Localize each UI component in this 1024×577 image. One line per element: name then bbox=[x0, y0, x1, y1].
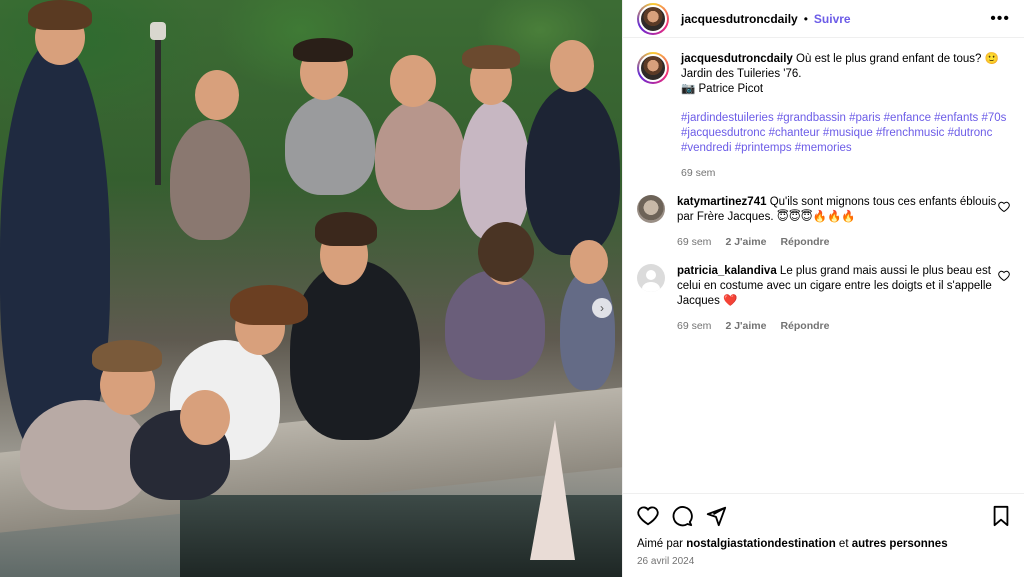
heart-icon[interactable] bbox=[998, 201, 1010, 213]
liked-prefix: Aimé par bbox=[637, 538, 687, 550]
child-figure bbox=[170, 120, 250, 240]
post-actions: Aimé par nostalgiastationdestination et … bbox=[623, 493, 1024, 567]
separator-dot: • bbox=[803, 11, 808, 26]
lamp-post bbox=[155, 25, 161, 185]
caption: jacquesdutroncdaily Où est le plus grand… bbox=[637, 52, 1010, 181]
more-options-icon[interactable]: ••• bbox=[990, 10, 1010, 28]
comment-time[interactable]: 69 sem bbox=[677, 319, 711, 334]
comment-username[interactable]: patricia_kalandiva bbox=[677, 265, 777, 277]
child-figure bbox=[525, 85, 620, 255]
reply-button[interactable]: Répondre bbox=[780, 235, 829, 250]
man-in-suit bbox=[290, 260, 420, 440]
child-figure bbox=[285, 95, 375, 195]
comment-meta: 69 sem 2 J'aime Répondre bbox=[677, 319, 1010, 334]
comment-body: patricia_kalandiva Le plus grand mais au… bbox=[677, 264, 1010, 334]
child-hair bbox=[293, 38, 353, 62]
child-figure bbox=[560, 270, 615, 390]
child-figure bbox=[445, 270, 545, 380]
lamp-head bbox=[150, 22, 166, 40]
child-face bbox=[390, 55, 436, 107]
liked-user[interactable]: nostalgiastationdestination bbox=[686, 538, 836, 550]
caption-line2: Jardin des Tuileries '76. bbox=[681, 68, 802, 80]
comment-item: katymartinez741 Qu'ils sont mignons tous… bbox=[637, 195, 1010, 250]
caption-author-avatar[interactable] bbox=[637, 52, 669, 84]
post-side-panel: jacquesdutroncdaily • Suivre ••• jacques… bbox=[622, 0, 1024, 577]
share-icon[interactable] bbox=[705, 505, 727, 527]
child-hair bbox=[478, 222, 534, 282]
child-hair bbox=[28, 0, 92, 30]
chevron-right-icon: › bbox=[600, 301, 604, 315]
child-hair bbox=[92, 340, 162, 372]
caption-hashtags[interactable]: #jardindestuileries #grandbassin #paris … bbox=[681, 111, 1010, 156]
follow-button[interactable]: Suivre bbox=[814, 12, 851, 26]
caption-time[interactable]: 69 sem bbox=[681, 166, 715, 181]
child-hair bbox=[462, 45, 520, 69]
next-photo-button[interactable]: › bbox=[592, 298, 612, 318]
comment-icon[interactable] bbox=[671, 505, 693, 527]
child-hair bbox=[230, 285, 308, 325]
liked-others[interactable]: autres personnes bbox=[852, 538, 948, 550]
comment-time[interactable]: 69 sem bbox=[677, 235, 711, 250]
author-username[interactable]: jacquesdutroncdaily bbox=[681, 12, 798, 26]
toy-boat-sail bbox=[530, 420, 575, 560]
bookmark-icon[interactable] bbox=[991, 505, 1011, 527]
caption-line3: 📷 Patrice Picot bbox=[681, 83, 764, 95]
action-icons bbox=[637, 504, 1011, 528]
caption-body: jacquesdutroncdaily Où est le plus grand… bbox=[681, 52, 1010, 181]
comment-likes[interactable]: 2 J'aime bbox=[725, 235, 766, 250]
comment-text: katymartinez741 Qu'ils sont mignons tous… bbox=[677, 195, 1010, 225]
comment-body: katymartinez741 Qu'ils sont mignons tous… bbox=[677, 195, 1010, 250]
author-avatar[interactable] bbox=[637, 2, 669, 35]
avatar-photo bbox=[639, 54, 667, 82]
post-date[interactable]: 26 avril 2024 bbox=[637, 556, 1011, 567]
child-face bbox=[570, 240, 608, 284]
child-figure bbox=[460, 100, 530, 240]
comment-meta: 69 sem 2 J'aime Répondre bbox=[677, 235, 1010, 250]
man-hair bbox=[315, 212, 377, 246]
caption-meta: 69 sem bbox=[681, 166, 1010, 181]
caption-username[interactable]: jacquesdutroncdaily bbox=[681, 53, 793, 65]
caption-text: jacquesdutroncdaily Où est le plus grand… bbox=[681, 52, 1010, 67]
reply-button[interactable]: Répondre bbox=[780, 319, 829, 334]
child-face bbox=[550, 40, 594, 92]
comment-text: patricia_kalandiva Le plus grand mais au… bbox=[677, 264, 1010, 309]
post-photo[interactable]: › bbox=[0, 0, 622, 577]
liked-by: Aimé par nostalgiastationdestination et … bbox=[637, 538, 1011, 550]
liked-middle: et bbox=[835, 538, 852, 550]
instagram-post-viewer: › jacquesdutroncdaily • Suivre ••• jacqu… bbox=[0, 0, 1024, 577]
child-face bbox=[195, 70, 239, 120]
commenter-avatar[interactable] bbox=[637, 264, 665, 292]
comment-likes[interactable]: 2 J'aime bbox=[725, 319, 766, 334]
avatar-photo bbox=[639, 4, 667, 33]
child-face bbox=[180, 390, 230, 445]
caption-line1: Où est le plus grand enfant de tous? 🙂 bbox=[792, 53, 999, 65]
comment-username[interactable]: katymartinez741 bbox=[677, 196, 767, 208]
comment-item: patricia_kalandiva Le plus grand mais au… bbox=[637, 264, 1010, 334]
heart-icon[interactable] bbox=[637, 505, 659, 527]
child-figure bbox=[0, 40, 110, 460]
commenter-avatar[interactable] bbox=[637, 195, 665, 223]
child-figure bbox=[375, 100, 465, 210]
heart-icon[interactable] bbox=[998, 270, 1010, 282]
post-header: jacquesdutroncdaily • Suivre ••• bbox=[623, 0, 1024, 38]
comments-list[interactable]: jacquesdutroncdaily Où est le plus grand… bbox=[623, 38, 1024, 493]
